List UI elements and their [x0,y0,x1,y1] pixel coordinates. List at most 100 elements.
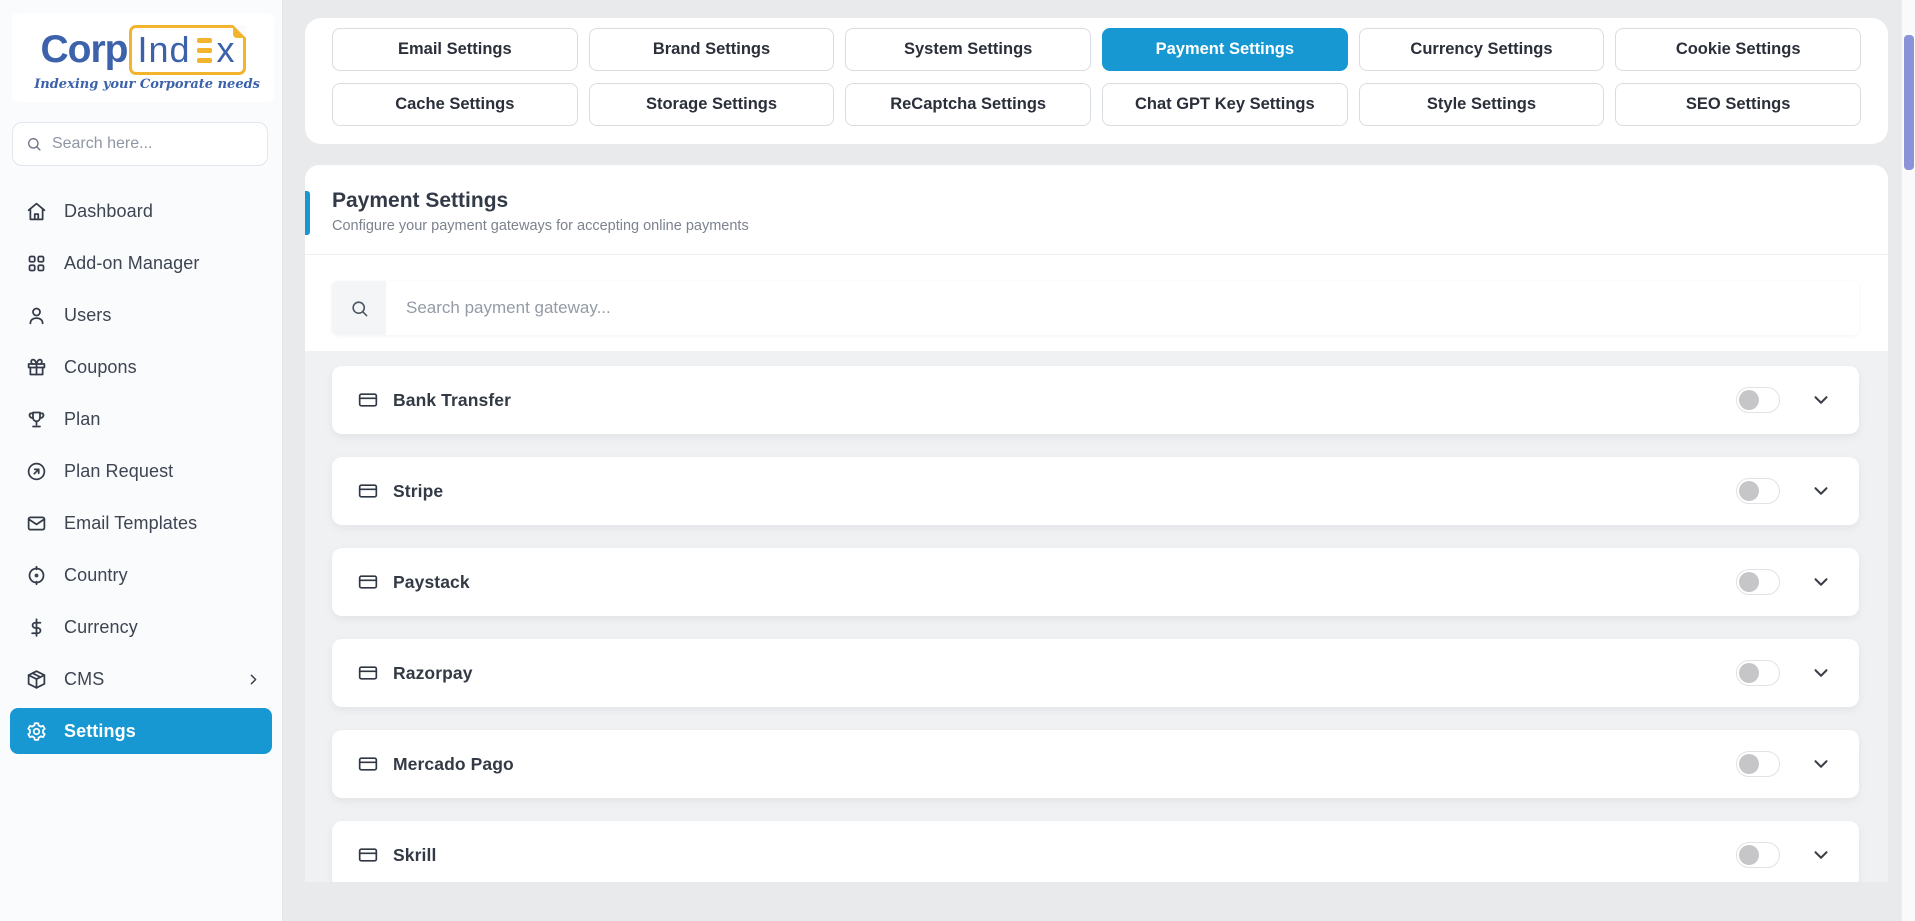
gateway-search-wrap [305,255,1888,351]
gateway-name: Stripe [393,481,443,502]
sidebar-item-label: Users [64,305,112,326]
page-scrollbar[interactable] [1901,0,1915,921]
settings-tab-button[interactable]: SEO Settings [1615,83,1861,126]
gateway-row[interactable]: Mercado Pago [332,730,1859,798]
gateway-row[interactable]: Skrill [332,821,1859,882]
accent-bar [305,191,310,235]
gateway-enable-toggle[interactable] [1736,660,1780,686]
sidebar: CorpIndx Indexing your Corporate needs D… [0,0,283,921]
settings-tab-button[interactable]: Brand Settings [589,28,835,71]
toggle-knob [1739,754,1759,774]
credit-card-icon [358,845,378,865]
logo-text-x: x [217,29,235,71]
search-icon-box [332,281,386,335]
search-icon [26,135,42,153]
toggle-knob [1739,572,1759,592]
logo-letter-e-bars [197,38,212,63]
settings-tab-button[interactable]: Chat GPT Key Settings [1102,83,1348,126]
sidebar-item[interactable]: Dashboard [10,188,272,234]
gateway-enable-toggle[interactable] [1736,569,1780,595]
settings-tab-button[interactable]: Cookie Settings [1615,28,1861,71]
target-icon [26,565,47,586]
gateway-enable-toggle[interactable] [1736,478,1780,504]
page-title: Payment Settings [332,189,1888,213]
gear-icon [26,721,47,742]
sidebar-item[interactable]: Currency [10,604,272,650]
sidebar-nav: Dashboard Add-on Manager Users Coupons [0,188,282,754]
settings-tabs-card: Email Settings Brand Settings System Set… [305,18,1888,144]
grid-icon [26,253,47,274]
sidebar-item-label: Add-on Manager [64,253,200,274]
gateway-name: Paystack [393,572,470,593]
page-subtitle: Configure your payment gateways for acce… [332,218,1888,234]
sidebar-item[interactable]: CMS [10,656,272,702]
home-icon [26,201,47,222]
sidebar-item-label: Settings [64,721,136,742]
sidebar-item-label: CMS [64,669,104,690]
gateway-name: Bank Transfer [393,390,511,411]
settings-tab-button[interactable]: Currency Settings [1359,28,1605,71]
logo-fold-corner [233,25,246,38]
sidebar-item-label: Currency [64,617,138,638]
chevron-down-icon[interactable] [1810,662,1832,684]
sidebar-item[interactable]: Country [10,552,272,598]
gateway-list: Bank Transfer Stripe [305,351,1888,882]
toggle-knob [1739,390,1759,410]
sidebar-item[interactable]: Users [10,292,272,338]
credit-card-icon [358,481,378,501]
logo-tagline: Indexing your Corporate needs [20,77,266,92]
gateway-name: Skrill [393,845,436,866]
sidebar-item-label: Dashboard [64,201,153,222]
credit-card-icon [358,390,378,410]
gateway-row[interactable]: Bank Transfer [332,366,1859,434]
scrollbar-thumb[interactable] [1904,35,1914,170]
credit-card-icon [358,663,378,683]
mail-icon [26,513,47,534]
settings-tab-button[interactable]: Payment Settings [1102,28,1348,71]
sidebar-item-label: Coupons [64,357,137,378]
toggle-knob [1739,663,1759,683]
sidebar-item-label: Plan [64,409,100,430]
logo-index-box: Indx [129,25,245,75]
sidebar-item[interactable]: Add-on Manager [10,240,272,286]
logo-text-ind: Ind [137,29,190,71]
gateway-row[interactable]: Razorpay [332,639,1859,707]
sidebar-item[interactable]: Email Templates [10,500,272,546]
sidebar-item-label: Country [64,565,128,586]
chevron-down-icon[interactable] [1810,571,1832,593]
chevron-down-icon[interactable] [1810,844,1832,866]
gateway-enable-toggle[interactable] [1736,751,1780,777]
gateway-row[interactable]: Paystack [332,548,1859,616]
sidebar-item[interactable]: Plan Request [10,448,272,494]
settings-tab-button[interactable]: System Settings [845,28,1091,71]
credit-card-icon [358,572,378,592]
chevron-down-icon[interactable] [1810,389,1832,411]
search-icon [350,299,369,318]
logo-text-corp: Corp [40,28,127,72]
panel-header: Payment Settings Configure your payment … [305,165,1888,255]
sidebar-search-input[interactable] [52,135,254,153]
toggle-knob [1739,481,1759,501]
settings-tab-button[interactable]: Cache Settings [332,83,578,126]
settings-tab-button[interactable]: Storage Settings [589,83,835,126]
settings-tabs: Email Settings Brand Settings System Set… [332,28,1861,126]
sidebar-item[interactable]: Plan [10,396,272,442]
settings-tab-button[interactable]: ReCaptcha Settings [845,83,1091,126]
settings-tab-button[interactable]: Style Settings [1359,83,1605,126]
gateway-enable-toggle[interactable] [1736,842,1780,868]
sidebar-item[interactable]: Settings [10,708,272,754]
sidebar-item-label: Email Templates [64,513,197,534]
chevron-down-icon[interactable] [1810,753,1832,775]
gateway-search-input[interactable] [386,281,1859,335]
chevron-right-icon [245,671,262,688]
gateway-row[interactable]: Stripe [332,457,1859,525]
user-icon [26,305,47,326]
dollar-icon [26,617,47,638]
settings-tab-button[interactable]: Email Settings [332,28,578,71]
gateway-enable-toggle[interactable] [1736,387,1780,413]
chevron-down-icon[interactable] [1810,480,1832,502]
sidebar-item[interactable]: Coupons [10,344,272,390]
package-icon [26,669,47,690]
arrow-up-right-circle-icon [26,461,47,482]
app-logo: CorpIndx Indexing your Corporate needs [12,13,274,102]
